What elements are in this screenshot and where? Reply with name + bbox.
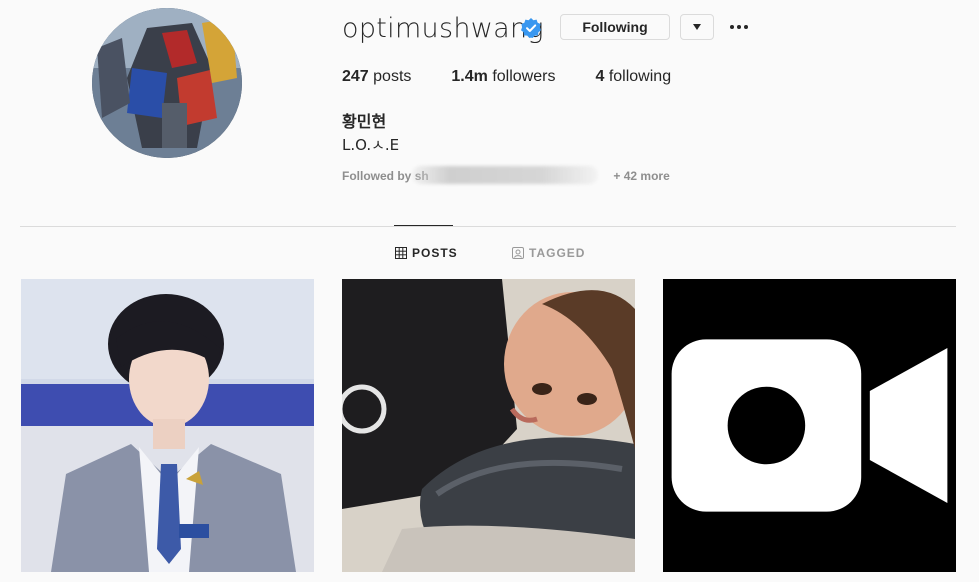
- followers-label: followers: [492, 68, 556, 85]
- profile-bio: L.O.ㅅ.E: [342, 136, 400, 154]
- posts-count: 247: [342, 68, 369, 85]
- posts-label: posts: [373, 68, 412, 85]
- followed-by-more: + 42 more: [613, 169, 670, 183]
- following-count: 4: [595, 68, 605, 85]
- profile-full-name: 황민현: [342, 112, 387, 131]
- followers-count: 1.4m: [451, 68, 488, 85]
- following-label: following: [608, 68, 672, 85]
- post-thumbnail-video[interactable]: [663, 279, 956, 572]
- more-dot-icon: [730, 25, 734, 29]
- tab-posts[interactable]: POSTS: [395, 246, 458, 260]
- active-tab-indicator: [394, 225, 453, 226]
- posts-stat: 247 posts: [342, 68, 411, 86]
- tab-tagged[interactable]: TAGGED: [512, 246, 585, 260]
- following-stat[interactable]: 4 following: [595, 68, 671, 86]
- followers-stat[interactable]: 1.4m followers: [451, 68, 555, 86]
- more-dot-icon: [737, 25, 741, 29]
- avatar-image: [92, 8, 242, 158]
- more-dot-icon: [744, 25, 748, 29]
- more-options-button[interactable]: [726, 16, 752, 38]
- post-thumbnail[interactable]: [21, 279, 314, 572]
- tab-tagged-label: TAGGED: [529, 246, 586, 260]
- post-image: [21, 279, 314, 572]
- tabs-divider: [20, 226, 956, 227]
- followed-by-prefix: Followed by: [342, 169, 412, 183]
- post-image: [342, 279, 635, 572]
- redaction-blur: [412, 166, 598, 184]
- video-icon: [671, 339, 948, 512]
- profile-stats: 247 posts 1.4m followers 4 following: [342, 68, 711, 86]
- following-button[interactable]: Following: [560, 14, 670, 40]
- post-thumbnail[interactable]: [342, 279, 635, 572]
- chevron-down-icon: [693, 24, 701, 30]
- grid-icon: [395, 247, 407, 259]
- profile-avatar[interactable]: [92, 8, 242, 158]
- tab-posts-label: POSTS: [412, 246, 458, 260]
- tagged-user-icon: [512, 247, 524, 259]
- suggestions-dropdown-button[interactable]: [680, 14, 714, 40]
- profile-username: optimushwang: [342, 13, 544, 44]
- verified-badge-icon: [521, 18, 541, 38]
